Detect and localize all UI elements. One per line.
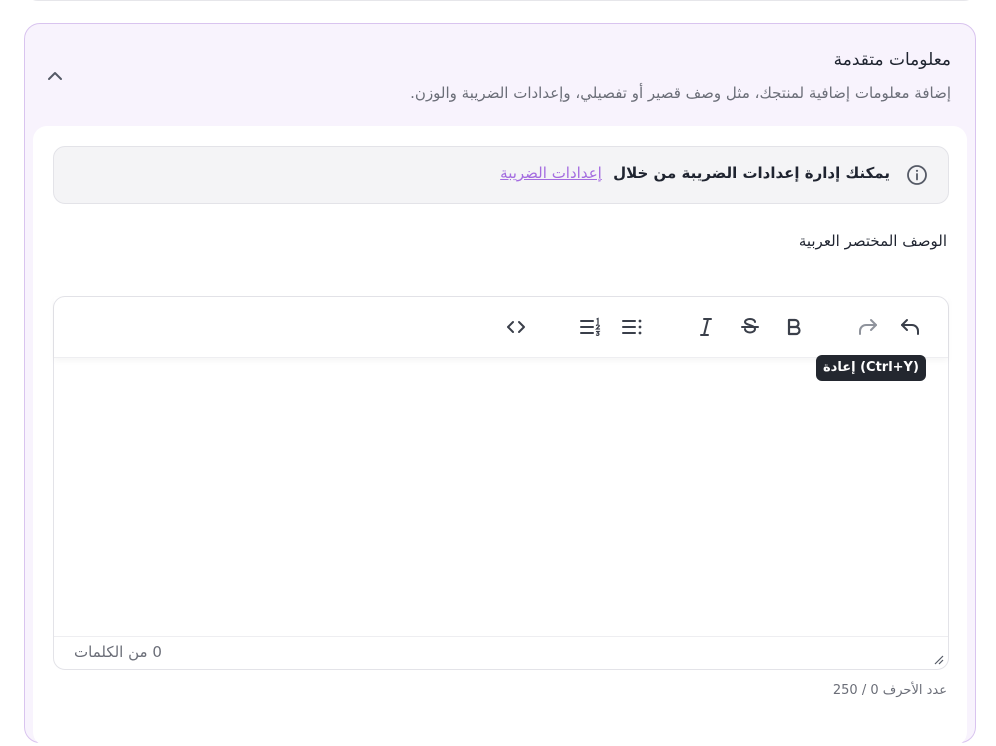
section-body: يمكنك إدارة إعدادات الضريبة من خلال إعدا… [33,126,967,746]
italic-icon [700,318,712,336]
code-icon [507,321,525,333]
info-icon [907,165,927,185]
tax-info-alert: يمكنك إدارة إعدادات الضريبة من خلال إعدا… [53,146,949,204]
previous-card [24,0,978,1]
strikethrough-button[interactable] [736,313,764,341]
advanced-info-section: معلومات متقدمة إضافة معلومات إضافية لمنت… [24,23,976,746]
redo-button[interactable] [854,313,882,341]
character-count: عدد الأحرف 0 / 250 [832,683,947,698]
bold-button[interactable] [780,313,808,341]
editor-footer: 0 من الكلمات [54,636,948,669]
info-message: يمكنك إدارة إعدادات الضريبة من خلال [613,164,890,182]
ordered-list-icon [580,317,601,337]
tax-settings-link[interactable]: إعدادات الضريبة [500,164,602,182]
italic-button[interactable] [692,313,720,341]
ordered-list-button[interactable] [576,313,604,341]
bullet-list-icon [622,319,642,335]
section-subtitle: إضافة معلومات إضافية لمنتجك، مثل وصف قصي… [410,84,951,102]
bullet-list-button[interactable] [618,313,646,341]
undo-icon [901,319,919,335]
editor-content-area[interactable] [54,359,948,639]
section-title: معلومات متقدمة [833,50,951,70]
editor-toolbar [54,297,948,358]
undo-button[interactable] [896,313,924,341]
rich-text-editor: إعادة (Ctrl+Y) 0 من الكلمات [53,296,949,670]
strikethrough-icon [741,318,759,334]
code-view-button[interactable] [502,313,530,341]
short-description-label: الوصف المختصر العربية [798,232,947,250]
collapse-button[interactable] [41,62,69,90]
resize-handle-icon[interactable] [932,653,944,665]
info-text: يمكنك إدارة إعدادات الضريبة من خلال إعدا… [500,164,890,182]
bold-icon [787,318,801,336]
redo-icon [859,319,877,335]
chevron-up-icon [48,72,62,80]
word-count: 0 من الكلمات [74,643,162,661]
